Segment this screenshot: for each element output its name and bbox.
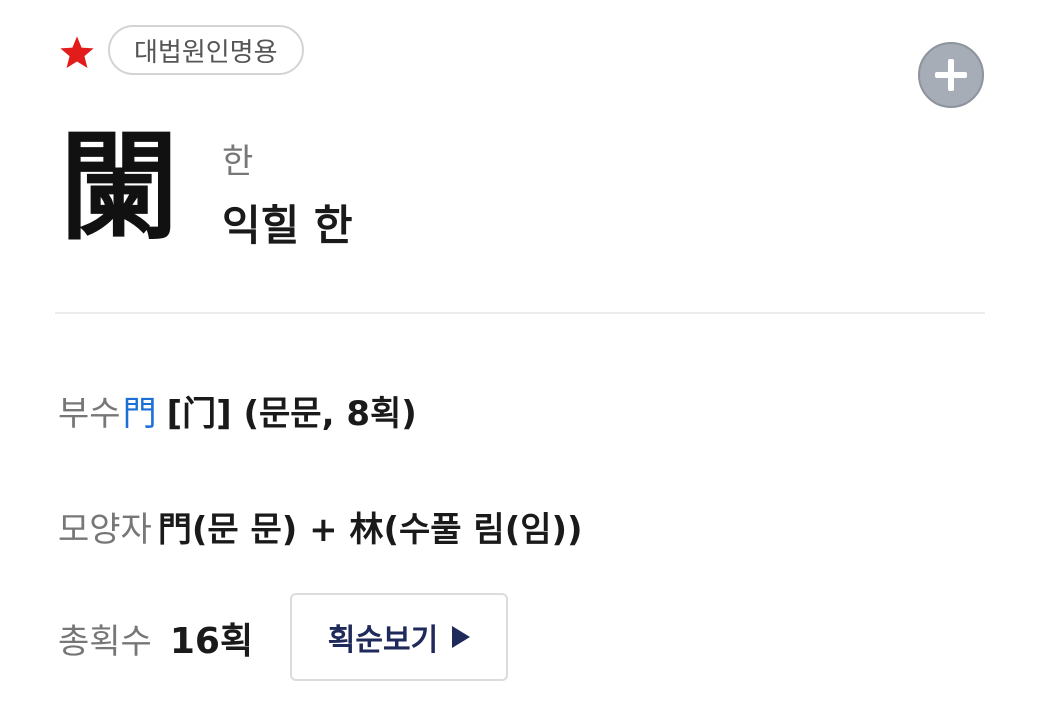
shape-value: 門(문 문) + 林(수풀 림(임)) — [157, 510, 583, 550]
stroke-order-label: 획순보기 — [327, 623, 439, 658]
shape-row: 모양자 門(문 문) + 林(수풀 림(임)) — [58, 502, 583, 551]
radical-info: [门] (문문, 8획) — [166, 394, 417, 434]
badge-label: 대법원인명용 — [134, 37, 278, 68]
radical-label: 부수 — [58, 394, 121, 434]
hanja-meaning: 익힐 한 — [222, 201, 353, 250]
usage-badge: 대법원인명용 — [108, 25, 304, 75]
star-icon[interactable] — [58, 34, 96, 72]
stroke-row: 총획수 16획 — [58, 612, 253, 664]
stroke-count: 16획 — [169, 621, 254, 662]
add-button[interactable] — [918, 42, 984, 108]
hanja-character: 闌 — [60, 118, 179, 256]
stroke-label: 총획수 — [58, 621, 152, 662]
hanja-reading: 한 — [222, 142, 254, 182]
stroke-order-button[interactable]: 획순보기 — [290, 593, 508, 681]
plus-icon — [935, 59, 967, 91]
triangle-right-icon — [452, 626, 471, 648]
radical-link[interactable]: 門 — [123, 386, 157, 435]
divider — [55, 312, 985, 314]
radical-row: 부수 門 [门] (문문, 8획) — [58, 386, 417, 435]
shape-label: 모양자 — [58, 510, 152, 550]
